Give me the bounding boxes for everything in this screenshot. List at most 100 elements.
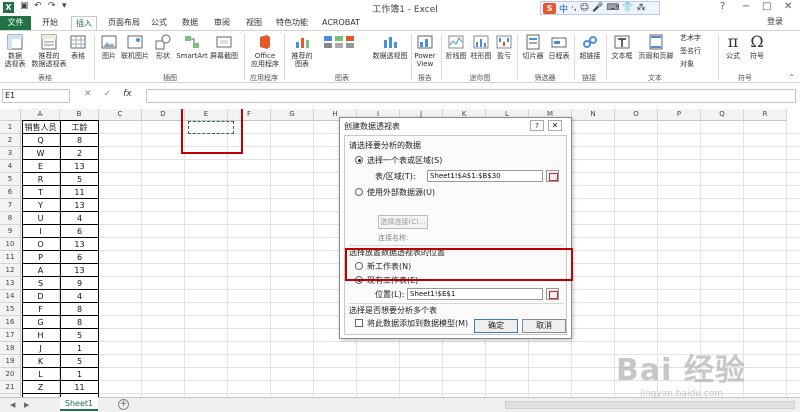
customize-icon[interactable]: ▾	[62, 1, 67, 11]
ime-item[interactable]: 🎤	[592, 3, 603, 13]
symbol-button[interactable]: Ω 符号	[746, 34, 768, 61]
tab-acrobat[interactable]: ACROBAT	[318, 16, 364, 30]
ime-item[interactable]: 中	[559, 2, 568, 15]
row-header-3[interactable]: 3	[0, 147, 21, 160]
office-apps-button[interactable]: Office 应用程序	[248, 34, 282, 68]
header-footer-button[interactable]: 页眉和页脚	[636, 34, 676, 60]
row-header-15[interactable]: 15	[0, 303, 21, 316]
signature-line-button[interactable]: 签名行	[680, 47, 714, 55]
table-cell[interactable]: E	[21, 160, 60, 173]
table-cell[interactable]: 工龄	[60, 121, 99, 134]
sheet-prev-icon[interactable]: ◀	[10, 401, 15, 409]
row-header-14[interactable]: 14	[0, 290, 21, 303]
row-header-2[interactable]: 2	[0, 134, 21, 147]
table-cell[interactable]: 13	[60, 238, 99, 251]
column-header-r[interactable]: R	[744, 109, 787, 121]
table-cell[interactable]: 8	[60, 134, 99, 147]
fx-icon[interactable]: fx	[123, 89, 132, 99]
choose-connection-button[interactable]: 选择连接(C)...	[378, 215, 428, 229]
table-cell[interactable]: Z	[21, 381, 60, 394]
row-header-9[interactable]: 9	[0, 225, 21, 238]
table-cell[interactable]: D	[21, 290, 60, 303]
table-cell[interactable]: 5	[60, 173, 99, 186]
maximize-button[interactable]: □	[762, 1, 771, 12]
picture-button[interactable]: 图片	[98, 34, 120, 60]
table-cell[interactable]: 13	[60, 199, 99, 212]
dialog-close-button[interactable]: ✕	[548, 120, 562, 131]
table-cell[interactable]: 8	[60, 316, 99, 329]
sparkline-column-button[interactable]: 柱形图	[469, 34, 493, 60]
table-cell[interactable]: O	[21, 238, 60, 251]
ime-item[interactable]: ⌨	[606, 3, 619, 13]
table-cell[interactable]: R	[21, 173, 60, 186]
object-button[interactable]: 对象	[680, 60, 714, 68]
login-link[interactable]: 登录	[767, 16, 783, 27]
save-icon[interactable]: ▣	[20, 1, 29, 11]
table-cell[interactable]: 5	[60, 355, 99, 368]
enter-icon[interactable]: ✓	[104, 89, 112, 99]
table-cell[interactable]: J	[21, 342, 60, 355]
ime-toolbar[interactable]: S 中 ·, ☺ 🎤 ⌨ 👕 ⁂	[540, 1, 660, 15]
hyperlink-button[interactable]: 超链接	[576, 34, 604, 60]
table-cell[interactable]: Q	[21, 134, 60, 147]
table-cell[interactable]: 6	[60, 225, 99, 238]
table-cell[interactable]: 1	[60, 342, 99, 355]
table-cell[interactable]: P	[21, 251, 60, 264]
tab-page-layout[interactable]: 页面布局	[104, 16, 144, 30]
sheet-next-icon[interactable]: ▶	[24, 401, 29, 409]
chart-gallery[interactable]	[318, 34, 368, 52]
pivot-chart-button[interactable]: 数据透视图	[370, 34, 410, 60]
minimize-button[interactable]: −	[742, 1, 750, 12]
table-cell[interactable]: 销售人员	[21, 121, 60, 134]
table-cell[interactable]: 9	[60, 277, 99, 290]
equation-button[interactable]: π 公式	[722, 34, 744, 61]
smartart-button[interactable]: SmartArt	[176, 34, 208, 60]
timeline-button[interactable]: 日程表	[546, 34, 572, 60]
horizontal-scrollbar[interactable]	[505, 401, 795, 409]
ime-item[interactable]: ·,	[571, 3, 577, 13]
range-collapse-button[interactable]	[546, 170, 559, 182]
location-input[interactable]: Sheet1!$E$1	[407, 288, 543, 300]
table-cell[interactable]: 13	[60, 264, 99, 277]
table-cell[interactable]: 11	[60, 186, 99, 199]
collapse-ribbon-icon[interactable]: ⌃	[788, 73, 795, 82]
column-header-g[interactable]: G	[271, 109, 314, 121]
row-header-7[interactable]: 7	[0, 199, 21, 212]
tab-home[interactable]: 开始	[38, 16, 62, 30]
table-cell[interactable]: 11	[60, 381, 99, 394]
undo-icon[interactable]: ↶	[34, 1, 42, 11]
ime-item[interactable]: 👕	[622, 3, 633, 13]
online-picture-button[interactable]: 联机图片	[120, 34, 150, 60]
table-cell[interactable]: S	[21, 277, 60, 290]
column-header-q[interactable]: Q	[701, 109, 744, 121]
table-cell[interactable]: 1	[60, 368, 99, 381]
tab-view[interactable]: 视图	[242, 16, 266, 30]
table-cell[interactable]: 2	[60, 147, 99, 160]
table-cell[interactable]: 4	[60, 290, 99, 303]
range-input[interactable]: Sheet1!$A$1:$B$30	[427, 170, 543, 182]
formula-input[interactable]	[146, 89, 796, 103]
row-header-18[interactable]: 18	[0, 342, 21, 355]
row-header-13[interactable]: 13	[0, 277, 21, 290]
row-header-19[interactable]: 19	[0, 355, 21, 368]
column-header-p[interactable]: P	[658, 109, 701, 121]
shapes-button[interactable]: 形状	[152, 34, 174, 60]
select-all-corner[interactable]	[0, 109, 21, 121]
row-header-20[interactable]: 20	[0, 368, 21, 381]
table-cell[interactable]: T	[21, 186, 60, 199]
tab-features[interactable]: 特色功能	[272, 16, 312, 30]
row-header-12[interactable]: 12	[0, 264, 21, 277]
cancel-button[interactable]: 取消	[522, 319, 566, 333]
add-sheet-icon[interactable]: +	[118, 399, 129, 410]
table-cell[interactable]: G	[21, 316, 60, 329]
wordart-button[interactable]: 艺术字	[680, 34, 714, 42]
column-header-n[interactable]: N	[572, 109, 615, 121]
radio-select-range[interactable]	[355, 156, 363, 164]
column-header-o[interactable]: O	[615, 109, 658, 121]
table-cell[interactable]: L	[21, 368, 60, 381]
data-model-checkbox[interactable]	[355, 319, 363, 327]
slicer-button[interactable]: 切片器	[520, 34, 546, 60]
column-header-d[interactable]: D	[142, 109, 185, 121]
table-cell[interactable]: 4	[60, 212, 99, 225]
name-box[interactable]: E1	[2, 89, 70, 103]
